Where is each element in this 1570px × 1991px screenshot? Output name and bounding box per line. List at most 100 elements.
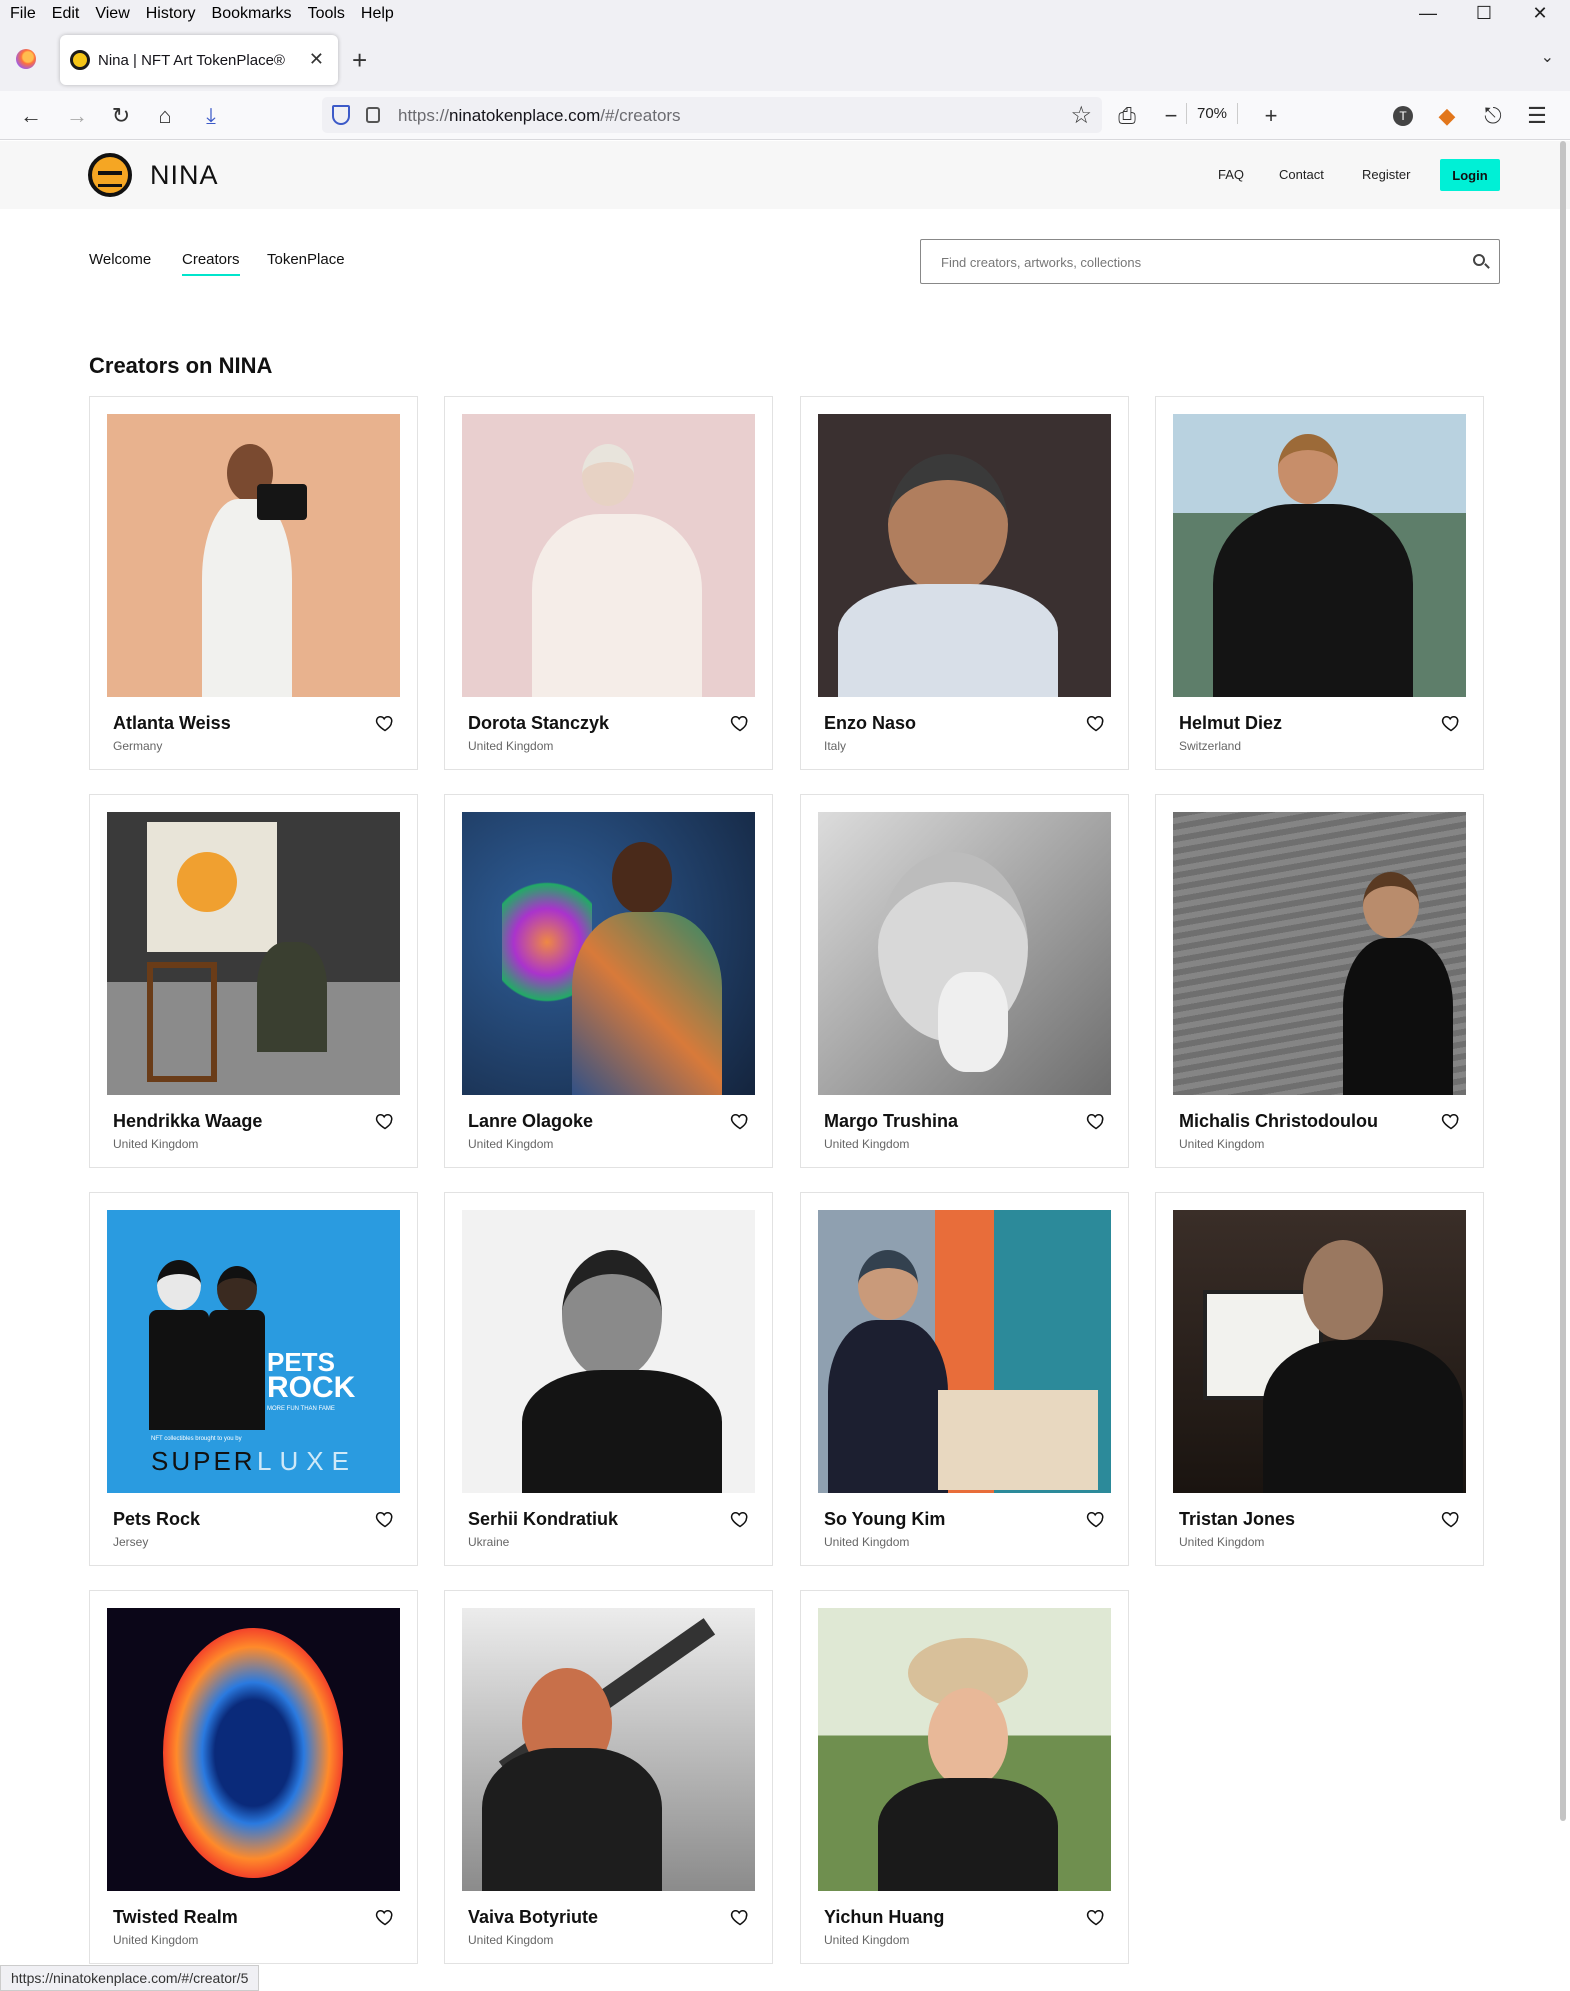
browser-tab[interactable]: Nina | NFT Art TokenPlace® ✕ — [60, 35, 338, 85]
zoom-level[interactable]: 70% — [1186, 103, 1239, 124]
creator-card[interactable]: Twisted Realm United Kingdom — [89, 1590, 418, 1964]
menu-tools[interactable]: Tools — [308, 5, 345, 23]
tab-tokenplace[interactable]: TokenPlace — [267, 251, 345, 268]
creator-photo[interactable] — [107, 1608, 400, 1891]
creator-card[interactable]: PETS ROCK MORE FUN THAN FAME NFT collectibl… — [89, 1192, 418, 1566]
heart-icon[interactable] — [1441, 1509, 1461, 1529]
menu-view[interactable]: View — [95, 5, 129, 23]
creator-name[interactable]: Atlanta Weiss — [113, 713, 231, 734]
heart-icon[interactable] — [1086, 1907, 1106, 1927]
creator-photo[interactable] — [462, 414, 755, 697]
creator-photo[interactable]: PETS ROCK MORE FUN THAN FAME NFT collectibl… — [107, 1210, 400, 1493]
creator-name[interactable]: Vaiva Botyriute — [468, 1907, 598, 1928]
creator-name[interactable]: Michalis Christodoulou — [1179, 1111, 1378, 1132]
tab-creators[interactable]: Creators — [182, 251, 240, 276]
heart-icon[interactable] — [375, 713, 395, 733]
heart-icon[interactable] — [375, 1907, 395, 1927]
nina-logo-icon[interactable] — [88, 153, 132, 197]
minimize-icon[interactable]: — — [1400, 0, 1456, 27]
tab-welcome[interactable]: Welcome — [89, 251, 151, 268]
creator-photo[interactable] — [462, 1608, 755, 1891]
maximize-icon[interactable]: ☐ — [1456, 0, 1512, 27]
creator-photo[interactable] — [462, 1210, 755, 1493]
account-icon[interactable]: T — [1388, 101, 1418, 131]
creator-card[interactable]: Dorota Stanczyk United Kingdom — [444, 396, 773, 770]
lock-icon[interactable] — [366, 107, 380, 123]
creator-name[interactable]: Lanre Olagoke — [468, 1111, 593, 1132]
creator-photo[interactable] — [1173, 812, 1466, 1095]
creator-card[interactable]: Lanre Olagoke United Kingdom — [444, 794, 773, 1168]
creator-name[interactable]: Hendrikka Waage — [113, 1111, 262, 1132]
zoom-in-icon[interactable]: + — [1256, 101, 1286, 131]
heart-icon[interactable] — [1086, 1509, 1106, 1529]
register-link[interactable]: Register — [1362, 167, 1410, 182]
creator-name[interactable]: Tristan Jones — [1179, 1509, 1295, 1530]
heart-icon[interactable] — [1086, 713, 1106, 733]
creator-name[interactable]: Yichun Huang — [824, 1907, 944, 1928]
brand-name[interactable]: NINA — [150, 160, 219, 191]
menu-icon[interactable]: ☰ — [1522, 101, 1552, 131]
menu-help[interactable]: Help — [361, 5, 394, 23]
contact-link[interactable]: Contact — [1279, 167, 1324, 182]
scrollbar[interactable] — [1560, 141, 1566, 1821]
creator-card[interactable]: Enzo Naso Italy — [800, 396, 1129, 770]
forward-icon[interactable]: → — [62, 101, 92, 131]
close-tab-icon[interactable]: ✕ — [309, 49, 324, 70]
heart-icon[interactable] — [1441, 713, 1461, 733]
creator-name[interactable]: So Young Kim — [824, 1509, 945, 1530]
creator-name[interactable]: Serhii Kondratiuk — [468, 1509, 618, 1530]
heart-icon[interactable] — [730, 713, 750, 733]
search-input[interactable] — [941, 252, 1441, 272]
back-icon[interactable]: ← — [16, 101, 46, 131]
creator-card[interactable]: Atlanta Weiss Germany — [89, 396, 418, 770]
creator-name[interactable]: Margo Trushina — [824, 1111, 958, 1132]
menu-file[interactable]: File — [10, 5, 36, 23]
creator-photo[interactable] — [107, 812, 400, 1095]
creator-name[interactable]: Dorota Stanczyk — [468, 713, 609, 734]
faq-link[interactable]: FAQ — [1218, 167, 1244, 182]
creator-card[interactable]: So Young Kim United Kingdom — [800, 1192, 1129, 1566]
creator-name[interactable]: Pets Rock — [113, 1509, 200, 1530]
heart-icon[interactable] — [730, 1907, 750, 1927]
menu-edit[interactable]: Edit — [52, 5, 80, 23]
chevron-down-icon[interactable]: ⌄ — [1541, 47, 1554, 67]
heart-icon[interactable] — [1441, 1111, 1461, 1131]
shield-icon[interactable] — [332, 105, 350, 125]
creator-name[interactable]: Twisted Realm — [113, 1907, 238, 1928]
menu-bookmarks[interactable]: Bookmarks — [212, 5, 292, 23]
address-bar[interactable]: https://ninatokenplace.com/#/creators ☆ — [322, 97, 1102, 133]
extensions-icon[interactable]: ⎋ — [1478, 101, 1508, 131]
creator-card[interactable]: Helmut Diez Switzerland — [1155, 396, 1484, 770]
creator-card[interactable]: Serhii Kondratiuk Ukraine — [444, 1192, 773, 1566]
print-icon[interactable]: ⎙ — [1112, 101, 1142, 131]
creator-photo[interactable] — [818, 1608, 1111, 1891]
heart-icon[interactable] — [730, 1509, 750, 1529]
creator-photo[interactable] — [1173, 1210, 1466, 1493]
search-icon[interactable] — [1473, 254, 1485, 266]
creator-card[interactable]: Yichun Huang United Kingdom — [800, 1590, 1129, 1964]
url-text[interactable]: https://ninatokenplace.com/#/creators — [398, 106, 681, 126]
creator-card[interactable]: Margo Trushina United Kingdom — [800, 794, 1129, 1168]
close-window-icon[interactable]: ✕ — [1512, 0, 1568, 27]
login-button[interactable]: Login — [1440, 159, 1500, 191]
creator-name[interactable]: Helmut Diez — [1179, 713, 1282, 734]
zoom-out-icon[interactable]: − — [1156, 101, 1186, 131]
heart-icon[interactable] — [1086, 1111, 1106, 1131]
heart-icon[interactable] — [375, 1509, 395, 1529]
new-tab-icon[interactable]: + — [352, 45, 367, 76]
creator-photo[interactable] — [1173, 414, 1466, 697]
creator-photo[interactable] — [818, 812, 1111, 1095]
creator-card[interactable]: Michalis Christodoulou United Kingdom — [1155, 794, 1484, 1168]
heart-icon[interactable] — [375, 1111, 395, 1131]
creator-photo[interactable] — [462, 812, 755, 1095]
download-icon[interactable]: ⤓ — [196, 101, 226, 131]
star-icon[interactable]: ☆ — [1070, 101, 1092, 130]
creator-photo[interactable] — [818, 1210, 1111, 1493]
creator-name[interactable]: Enzo Naso — [824, 713, 916, 734]
reload-icon[interactable]: ↻ — [106, 101, 136, 131]
metamask-icon[interactable]: ◆ — [1432, 101, 1462, 131]
creator-photo[interactable] — [818, 414, 1111, 697]
menu-history[interactable]: History — [146, 5, 196, 23]
creator-photo[interactable] — [107, 414, 400, 697]
home-icon[interactable]: ⌂ — [150, 101, 180, 131]
